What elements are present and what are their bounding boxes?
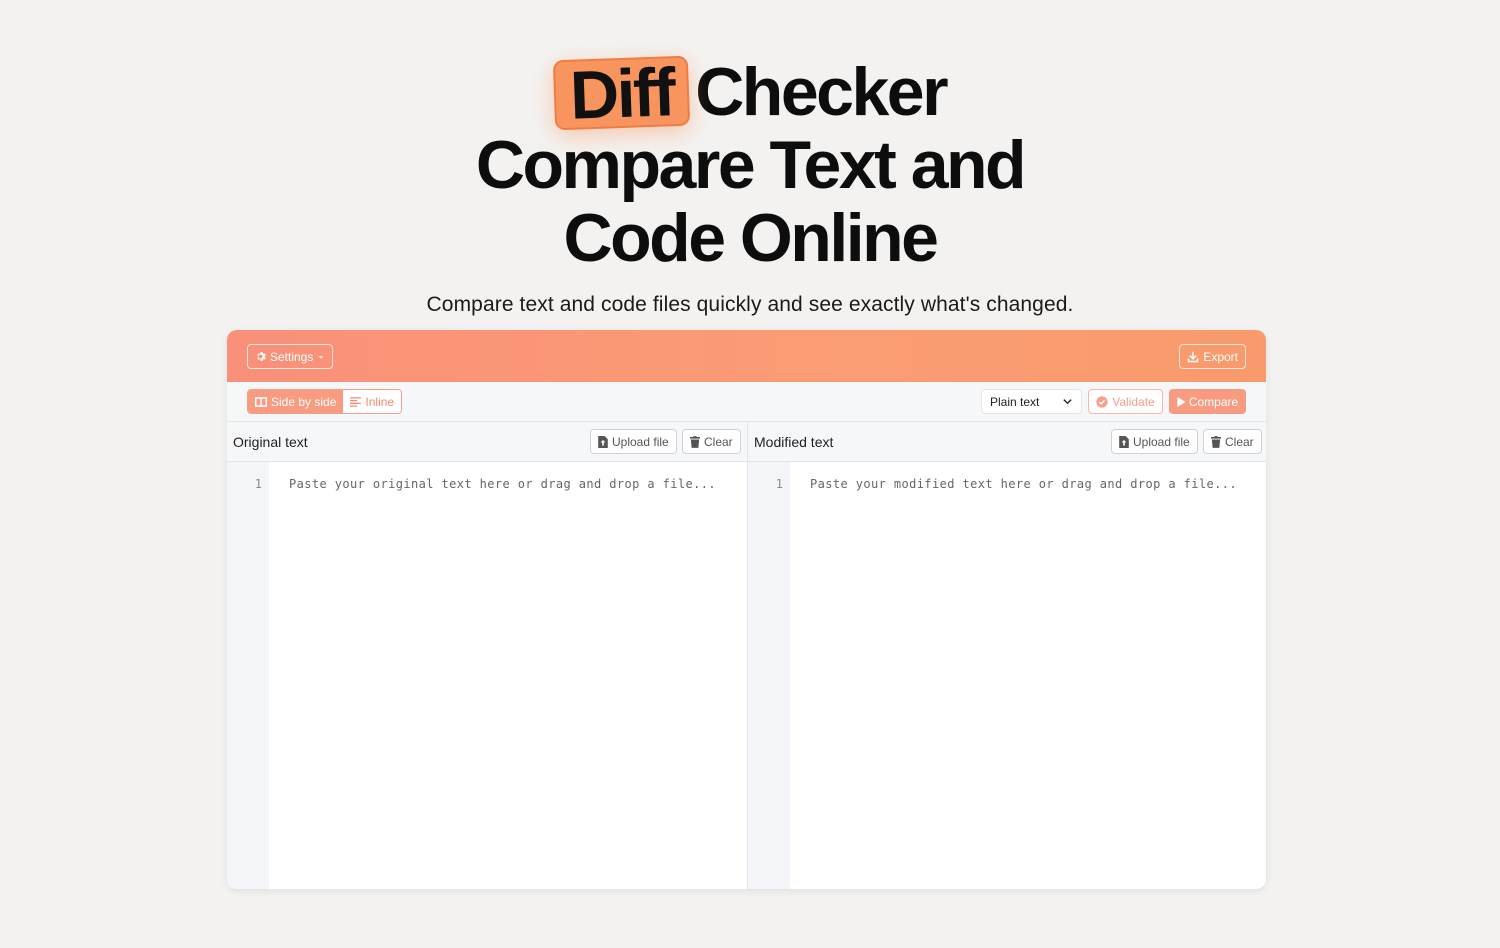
play-icon [1177, 396, 1186, 407]
original-upload-label: Upload file [612, 434, 669, 449]
original-pane: Original text Upload file Clear 1 Paste … [227, 422, 747, 889]
modified-upload-button[interactable]: Upload file [1111, 429, 1198, 454]
original-upload-button[interactable]: Upload file [590, 429, 677, 454]
app-topbar: Settings Export [227, 330, 1266, 382]
diff-badge: Diff [552, 54, 691, 134]
side-by-side-label: Side by side [271, 394, 337, 409]
columns-icon [255, 396, 267, 407]
modified-clear-label: Clear [1225, 434, 1254, 449]
original-pane-header: Original text Upload file Clear [227, 422, 747, 462]
trash-icon [1211, 435, 1221, 448]
original-editor[interactable]: 1 Paste your original text here or drag … [227, 462, 747, 889]
chevron-down-icon [1063, 399, 1072, 405]
modified-upload-label: Upload file [1133, 434, 1190, 449]
file-upload-icon [1119, 435, 1129, 448]
view-toolbar: Side by side Inline Plain text Validate … [227, 382, 1266, 422]
settings-button[interactable]: Settings [247, 344, 334, 369]
language-selected: Plain text [990, 394, 1040, 409]
original-clear-label: Clear [704, 434, 733, 449]
compare-button[interactable]: Compare [1169, 389, 1246, 414]
page-title: Diff Checker Compare Text and Code Online [0, 54, 1500, 276]
modified-text-input[interactable]: Paste your modified text here or drag an… [790, 462, 1266, 889]
inline-tab[interactable]: Inline [343, 390, 402, 413]
hero: Diff Checker Compare Text and Code Online… [0, 54, 1500, 317]
title-line-3: Code Online [563, 200, 939, 276]
line-number-gutter: 1 [748, 462, 790, 889]
file-upload-icon [598, 435, 608, 448]
caret-down-icon [318, 355, 324, 359]
view-mode-toggle: Side by side Inline [247, 389, 403, 414]
title-line-2: Compare Text and [475, 127, 1027, 203]
original-placeholder: Paste your original text here or drag an… [289, 477, 716, 491]
export-label: Export [1203, 349, 1238, 364]
title-checker: Checker [695, 54, 948, 130]
settings-label: Settings [270, 349, 314, 364]
language-select[interactable]: Plain text [981, 389, 1082, 414]
original-pane-title: Original text [233, 434, 308, 450]
title-line-1: Diff Checker [0, 54, 1500, 134]
modified-pane-title: Modified text [754, 434, 834, 450]
inline-label: Inline [365, 394, 395, 409]
download-icon [1188, 351, 1199, 362]
check-circle-icon [1096, 395, 1108, 408]
modified-clear-button[interactable]: Clear [1203, 429, 1262, 454]
export-button[interactable]: Export [1179, 344, 1246, 369]
lines-icon [350, 396, 362, 407]
validate-label: Validate [1112, 394, 1155, 409]
line-number: 1 [775, 477, 783, 491]
editor-panes: Original text Upload file Clear 1 Paste … [227, 422, 1266, 889]
hero-subtitle: Compare text and code files quickly and … [426, 293, 1074, 316]
side-by-side-tab[interactable]: Side by side [248, 390, 344, 413]
modified-editor[interactable]: 1 Paste your modified text here or drag … [748, 462, 1266, 889]
trash-icon [690, 435, 700, 448]
line-number-gutter: 1 [227, 462, 269, 889]
original-clear-button[interactable]: Clear [682, 429, 741, 454]
gear-icon [257, 352, 266, 361]
original-text-input[interactable]: Paste your original text here or drag an… [269, 462, 747, 889]
compare-label: Compare [1188, 394, 1239, 409]
modified-pane-header: Modified text Upload file Clear [748, 422, 1266, 462]
validate-button[interactable]: Validate [1088, 389, 1163, 414]
diff-app: Settings Export Side by side Inline Plai… [227, 330, 1266, 889]
modified-placeholder: Paste your modified text here or drag an… [810, 477, 1237, 491]
line-number: 1 [254, 477, 262, 491]
modified-pane: Modified text Upload file Clear 1 Paste … [747, 422, 1266, 889]
